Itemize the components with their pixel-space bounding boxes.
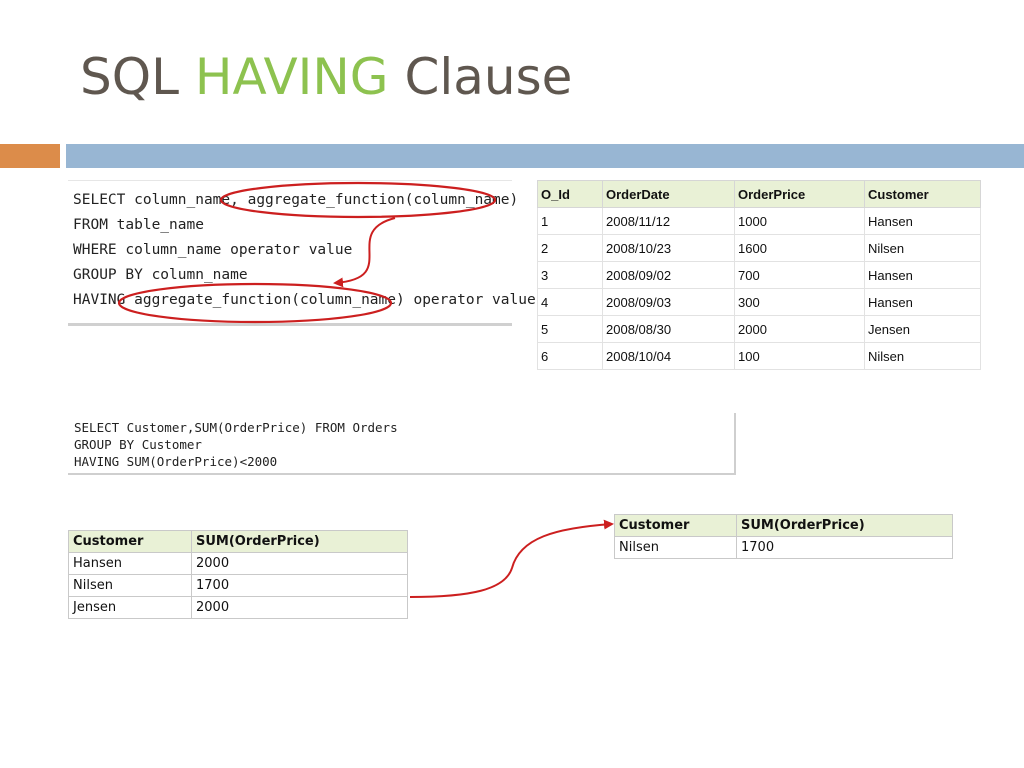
table-row: 6 2008/10/04 100 Nilsen xyxy=(537,342,981,370)
result-arrow xyxy=(409,519,614,598)
annotation-overlay xyxy=(117,181,614,598)
accent-bar-blue xyxy=(66,144,1024,168)
syntax-line: FROM table_name xyxy=(73,217,204,233)
table-cell: 100 xyxy=(734,342,865,370)
table-row: Jensen 2000 xyxy=(68,596,408,619)
orders-table: O_Id OrderDate OrderPrice Customer 1 200… xyxy=(537,180,981,370)
table-cell: 2 xyxy=(537,234,603,262)
table-row: 1 2008/11/12 1000 Hansen xyxy=(537,207,981,235)
table-cell: 6 xyxy=(537,342,603,370)
syntax-code-block: SELECT column_name, aggregate_function(c… xyxy=(68,180,536,326)
table-cell: 2000 xyxy=(191,596,408,619)
syntax-line: SELECT column_name, aggregate_function(c… xyxy=(73,192,519,208)
table-cell: 2000 xyxy=(191,552,408,575)
table-cell: 2008/10/04 xyxy=(602,342,735,370)
table-cell: 1000 xyxy=(734,207,865,235)
column-header: O_Id xyxy=(537,180,603,208)
column-header: SUM(OrderPrice) xyxy=(736,514,953,537)
table-cell: Nilsen xyxy=(864,342,981,370)
table-cell: Nilsen xyxy=(864,234,981,262)
table-cell: 2008/09/02 xyxy=(602,261,735,289)
table-cell: 2008/10/23 xyxy=(602,234,735,262)
example-query-block: SELECT Customer,SUM(OrderPrice) FROM Ord… xyxy=(68,413,736,475)
table-cell: 300 xyxy=(734,288,865,316)
table-cell: Hansen xyxy=(864,288,981,316)
table-row: 4 2008/09/03 300 Hansen xyxy=(537,288,981,316)
column-header: SUM(OrderPrice) xyxy=(191,530,408,553)
column-header: Customer xyxy=(68,530,192,553)
table-cell: Nilsen xyxy=(614,536,737,559)
table-cell: 1 xyxy=(537,207,603,235)
table-cell: 2000 xyxy=(734,315,865,343)
table-cell: 1700 xyxy=(191,574,408,597)
syntax-line: GROUP BY column_name xyxy=(73,267,248,283)
accent-bar-orange xyxy=(0,144,60,168)
table-row: Nilsen 1700 xyxy=(614,536,953,559)
slide-title: SQL HAVING Clause xyxy=(80,52,572,102)
table-header-row: Customer SUM(OrderPrice) xyxy=(68,530,408,553)
table-row: Nilsen 1700 xyxy=(68,574,408,597)
table-cell: Hansen xyxy=(68,552,192,575)
table-cell: 2008/08/30 xyxy=(602,315,735,343)
table-cell: 700 xyxy=(734,261,865,289)
table-cell: Nilsen xyxy=(68,574,192,597)
grouped-sums-table: Customer SUM(OrderPrice) Hansen 2000 Nil… xyxy=(68,530,408,619)
table-cell: 1700 xyxy=(736,536,953,559)
query-line: GROUP BY Customer xyxy=(74,437,202,452)
table-cell: 5 xyxy=(537,315,603,343)
table-header-row: Customer SUM(OrderPrice) xyxy=(614,514,953,537)
table-row: Hansen 2000 xyxy=(68,552,408,575)
table-cell: 1600 xyxy=(734,234,865,262)
title-part-sql: SQL xyxy=(80,48,195,106)
table-cell: 3 xyxy=(537,261,603,289)
table-cell: 4 xyxy=(537,288,603,316)
table-cell: Jensen xyxy=(864,315,981,343)
table-row: 3 2008/09/02 700 Hansen xyxy=(537,261,981,289)
query-line: HAVING SUM(OrderPrice)<2000 xyxy=(74,454,278,469)
query-line: SELECT Customer,SUM(OrderPrice) FROM Ord… xyxy=(74,420,398,435)
table-cell: Hansen xyxy=(864,261,981,289)
column-header: Customer xyxy=(614,514,737,537)
result-table: Customer SUM(OrderPrice) Nilsen 1700 xyxy=(614,514,953,559)
title-part-having: HAVING xyxy=(194,48,389,106)
table-cell: 2008/09/03 xyxy=(602,288,735,316)
table-header-row: O_Id OrderDate OrderPrice Customer xyxy=(537,180,981,208)
column-header: Customer xyxy=(864,180,981,208)
table-cell: Hansen xyxy=(864,207,981,235)
table-row: 5 2008/08/30 2000 Jensen xyxy=(537,315,981,343)
table-cell: 2008/11/12 xyxy=(602,207,735,235)
table-row: 2 2008/10/23 1600 Nilsen xyxy=(537,234,981,262)
syntax-line: HAVING aggregate_function(column_name) o… xyxy=(73,292,536,308)
column-header: OrderPrice xyxy=(734,180,865,208)
syntax-line: WHERE column_name operator value xyxy=(73,242,353,258)
title-part-clause: Clause xyxy=(388,48,573,106)
table-cell: Jensen xyxy=(68,596,192,619)
column-header: OrderDate xyxy=(602,180,735,208)
